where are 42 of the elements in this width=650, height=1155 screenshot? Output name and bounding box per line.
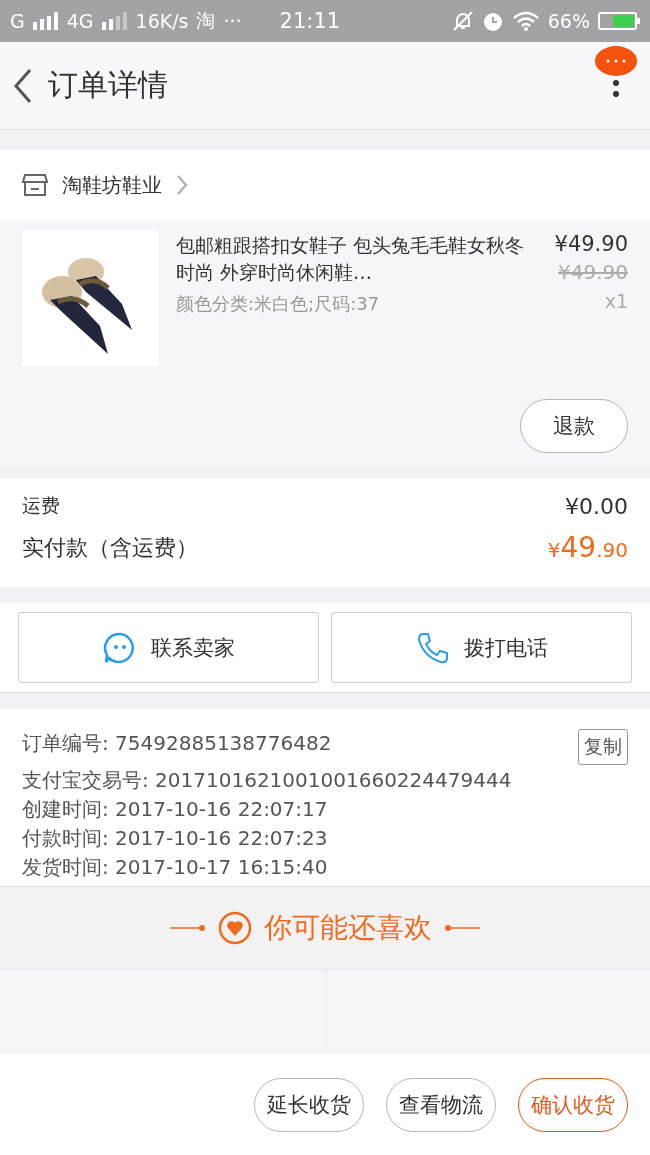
phone-icon [415,630,450,665]
order-info-line: 付款时间: 2017-10-16 22:07:23 [22,826,328,851]
app-label: 淘 [196,8,216,33]
order-info-line: 发货时间: 2017-10-17 16:15:40 [22,855,328,880]
chat-icon [102,630,137,665]
action-button[interactable]: 确认收货 [518,1077,628,1132]
clock: 21:11 [279,9,341,33]
product-variant: 颜色分类:米白色;尺码:37 [176,292,381,316]
mute-bell-icon [451,10,474,32]
original-price: ¥49.90 [558,260,628,284]
alarm-icon [481,10,504,32]
paid-label: 实付款（含运费） [22,533,198,562]
back-icon[interactable] [12,67,34,104]
order-info-line: 创建时间: 2017-10-16 22:07:17 [22,797,328,822]
refund-button[interactable]: 退款 [520,399,628,453]
shop-name[interactable]: 淘鞋坊鞋业 [62,171,162,199]
shipping-label: 运费 [22,493,60,518]
copy-button[interactable]: 复制 [578,729,628,765]
shipping-fee: ¥0.00 [565,493,628,519]
price: ¥49.90 [554,232,628,256]
action-button[interactable]: 延长收货 [254,1077,364,1132]
signal-icon [32,12,59,30]
store-icon [22,173,48,197]
carrier-label: G [10,10,25,32]
product-title[interactable]: 包邮粗跟搭扣女鞋子 包头兔毛毛鞋女秋冬时尚 外穿时尚休闲鞋… [176,232,537,286]
action-button[interactable]: 查看物流 [386,1077,496,1132]
contact-seller-button[interactable]: 联系卖家 [18,612,319,683]
battery-icon [598,11,640,31]
battery-label: 66% [547,10,590,32]
quantity: x1 [604,290,628,312]
call-button[interactable]: 拨打电话 [331,612,632,683]
section-title: 你可能还喜欢 [264,910,432,946]
network-label: 4G [66,10,94,32]
wifi-icon [511,10,540,32]
chevron-icon [176,174,188,196]
signal-icon [101,12,128,30]
order-info-line: 支付宝交易号: 2017101621001001660224479444 [22,768,512,793]
page-title: 订单详情 [48,66,168,104]
more-label: ··· [223,10,242,32]
order-info-line: 订单编号: 75492885138776482 [22,731,332,756]
paid-amount: ¥49.90 [547,531,628,564]
speed-label: 16K/s [135,10,189,32]
